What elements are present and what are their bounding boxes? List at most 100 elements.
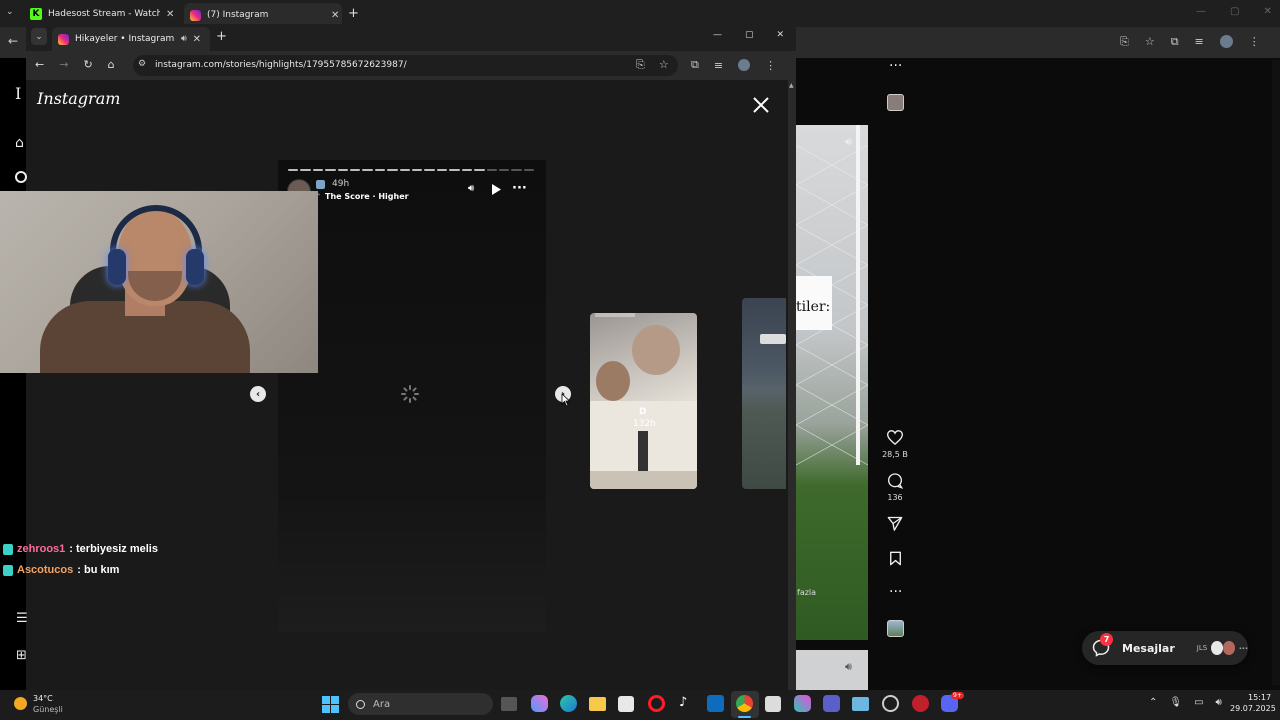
start-icon[interactable] xyxy=(322,696,339,713)
more-avatars-icon: ··· xyxy=(1238,643,1248,653)
copilot-icon[interactable] xyxy=(531,695,548,712)
chrome-icon[interactable] xyxy=(736,695,753,712)
media-icon[interactable]: ≡ xyxy=(1195,35,1204,49)
next-story-preview-2[interactable] xyxy=(742,298,786,489)
store-icon[interactable] xyxy=(618,696,634,712)
play-icon[interactable] xyxy=(491,184,501,195)
front-scrollbar[interactable] xyxy=(788,80,796,690)
story-progress-segment xyxy=(300,169,311,171)
weather-temp[interactable]: 34°C xyxy=(33,694,53,703)
close-icon[interactable]: ✕ xyxy=(193,34,201,45)
mouse-cursor-icon xyxy=(561,393,571,407)
tab-search-button[interactable]: ⌄ xyxy=(6,7,14,17)
star-icon[interactable]: ☆ xyxy=(1145,35,1155,49)
reload-icon[interactable]: ↻ xyxy=(83,58,92,71)
messages-button[interactable]: 7 Mesajlar JLS ··· xyxy=(1082,631,1248,665)
install-icon[interactable]: ⎘ xyxy=(636,58,645,72)
display-icon[interactable]: ▭ xyxy=(1194,697,1203,708)
meta-icon[interactable]: ⊞ xyxy=(16,648,27,663)
url-text[interactable]: instagram.com/stories/highlights/1795578… xyxy=(155,60,407,70)
reel-overlay-text: tiler: xyxy=(796,299,831,315)
chevron-up-icon[interactable]: ⌃ xyxy=(1149,697,1157,708)
instagram-logo[interactable]: Instagram xyxy=(37,89,120,108)
volume-icon[interactable]: 🔊︎ xyxy=(845,135,852,149)
scroll-up-icon[interactable]: ▲ xyxy=(789,82,794,89)
weather-icon[interactable] xyxy=(14,697,27,710)
story-music[interactable]: The Score · Higher xyxy=(325,192,409,201)
close-icon[interactable]: ✕ xyxy=(331,10,339,21)
taskbar-search[interactable]: Ara xyxy=(348,693,493,715)
audio-thumb[interactable] xyxy=(887,620,904,637)
save-icon[interactable] xyxy=(889,551,902,566)
opera-icon[interactable] xyxy=(648,695,665,712)
more-options-icon[interactable]: ··· xyxy=(889,58,902,74)
clock-time[interactable]: 15:17 xyxy=(1248,693,1271,702)
new-tab-button[interactable]: + xyxy=(348,6,359,21)
close-window-icon[interactable]: ✕ xyxy=(777,30,785,40)
front-tab-stories[interactable]: Hikayeler • Instagram 🔊︎ ✕ xyxy=(52,27,210,51)
discord-badge: 9+ xyxy=(951,692,964,699)
next-reel-thumb[interactable] xyxy=(796,650,868,690)
page-scrollbar[interactable] xyxy=(1272,60,1280,685)
audio-thumb[interactable] xyxy=(887,94,904,111)
steam-icon[interactable] xyxy=(882,695,899,712)
like-icon[interactable] xyxy=(887,430,903,445)
story-progress-segment xyxy=(436,169,448,171)
next-story-preview[interactable] xyxy=(590,313,697,489)
extensions-icon[interactable]: ⧉ xyxy=(1171,35,1179,49)
new-tab-button[interactable]: + xyxy=(216,29,227,44)
audio-playing-icon[interactable]: 🔊︎ xyxy=(181,34,187,44)
minimize-icon[interactable]: — xyxy=(713,30,722,40)
app-icon[interactable] xyxy=(912,695,929,712)
task-view-icon[interactable] xyxy=(501,697,517,711)
menu-icon[interactable]: ⋮ xyxy=(765,59,776,72)
reel-more-text[interactable]: fazla xyxy=(797,588,816,597)
weather-desc[interactable]: Güneşli xyxy=(33,705,63,714)
menu-icon[interactable]: ⋮ xyxy=(1249,35,1260,49)
tab-search-button[interactable]: ⌄ xyxy=(31,28,47,45)
extensions-icon[interactable]: ⧉ xyxy=(691,58,699,72)
teams-icon[interactable] xyxy=(823,695,840,712)
media-icon[interactable]: ≡ xyxy=(714,59,723,72)
forward-arrow-icon[interactable]: → xyxy=(59,58,68,71)
clock-date[interactable]: 29.07.2025 xyxy=(1230,704,1276,713)
home-icon[interactable]: ⌂ xyxy=(108,58,115,71)
mute-icon[interactable]: 🔊︎ xyxy=(468,183,474,194)
reel-video[interactable] xyxy=(796,125,868,640)
close-icon[interactable] xyxy=(752,96,770,114)
back-arrow-icon[interactable]: ← xyxy=(35,58,44,71)
site-info-icon[interactable]: ⚙ xyxy=(138,59,146,69)
more-options-icon[interactable]: ··· xyxy=(889,584,902,600)
close-window-icon[interactable]: ✕ xyxy=(1263,6,1271,17)
edge-icon[interactable] xyxy=(560,695,577,712)
back-tab-hadesost[interactable]: K Hadesost Stream - Watch Live ✕ xyxy=(30,4,180,24)
story-options-icon[interactable]: ··· xyxy=(512,181,527,196)
app-icon[interactable] xyxy=(852,697,869,711)
file-explorer-icon[interactable] xyxy=(589,697,606,711)
home-icon[interactable]: ⌂ xyxy=(15,135,24,151)
star-icon[interactable]: ☆ xyxy=(659,58,669,72)
minimize-icon[interactable]: — xyxy=(1196,6,1206,17)
previous-story-button[interactable]: ‹ xyxy=(250,386,266,402)
comment-icon[interactable] xyxy=(887,473,903,489)
tiktok-icon[interactable]: ♪ xyxy=(679,695,687,710)
preview-card xyxy=(760,334,786,344)
app-icon[interactable] xyxy=(765,696,781,712)
profile-icon[interactable] xyxy=(738,59,751,71)
search-icon[interactable] xyxy=(15,171,27,183)
outlook-icon[interactable] xyxy=(707,695,724,712)
menu-lines-icon[interactable]: ☰ xyxy=(16,611,28,626)
speaker-icon[interactable]: 🔊︎ xyxy=(1216,697,1222,708)
install-icon[interactable]: ⎘ xyxy=(1120,35,1129,49)
microphone-icon[interactable]: 🎙︎ xyxy=(1169,697,1182,708)
headphone-cup xyxy=(108,249,126,285)
maximize-icon[interactable]: ▢ xyxy=(745,30,754,40)
maximize-icon[interactable]: ▢ xyxy=(1230,6,1239,17)
volume-icon[interactable]: 🔊︎ xyxy=(845,660,852,674)
share-icon[interactable] xyxy=(887,516,903,531)
back-arrow-icon[interactable]: ← xyxy=(8,34,18,48)
story-progress-segment xyxy=(461,169,473,171)
close-icon[interactable]: ✕ xyxy=(166,9,174,20)
profile-icon[interactable] xyxy=(1219,35,1233,48)
app-icon[interactable] xyxy=(794,695,811,712)
